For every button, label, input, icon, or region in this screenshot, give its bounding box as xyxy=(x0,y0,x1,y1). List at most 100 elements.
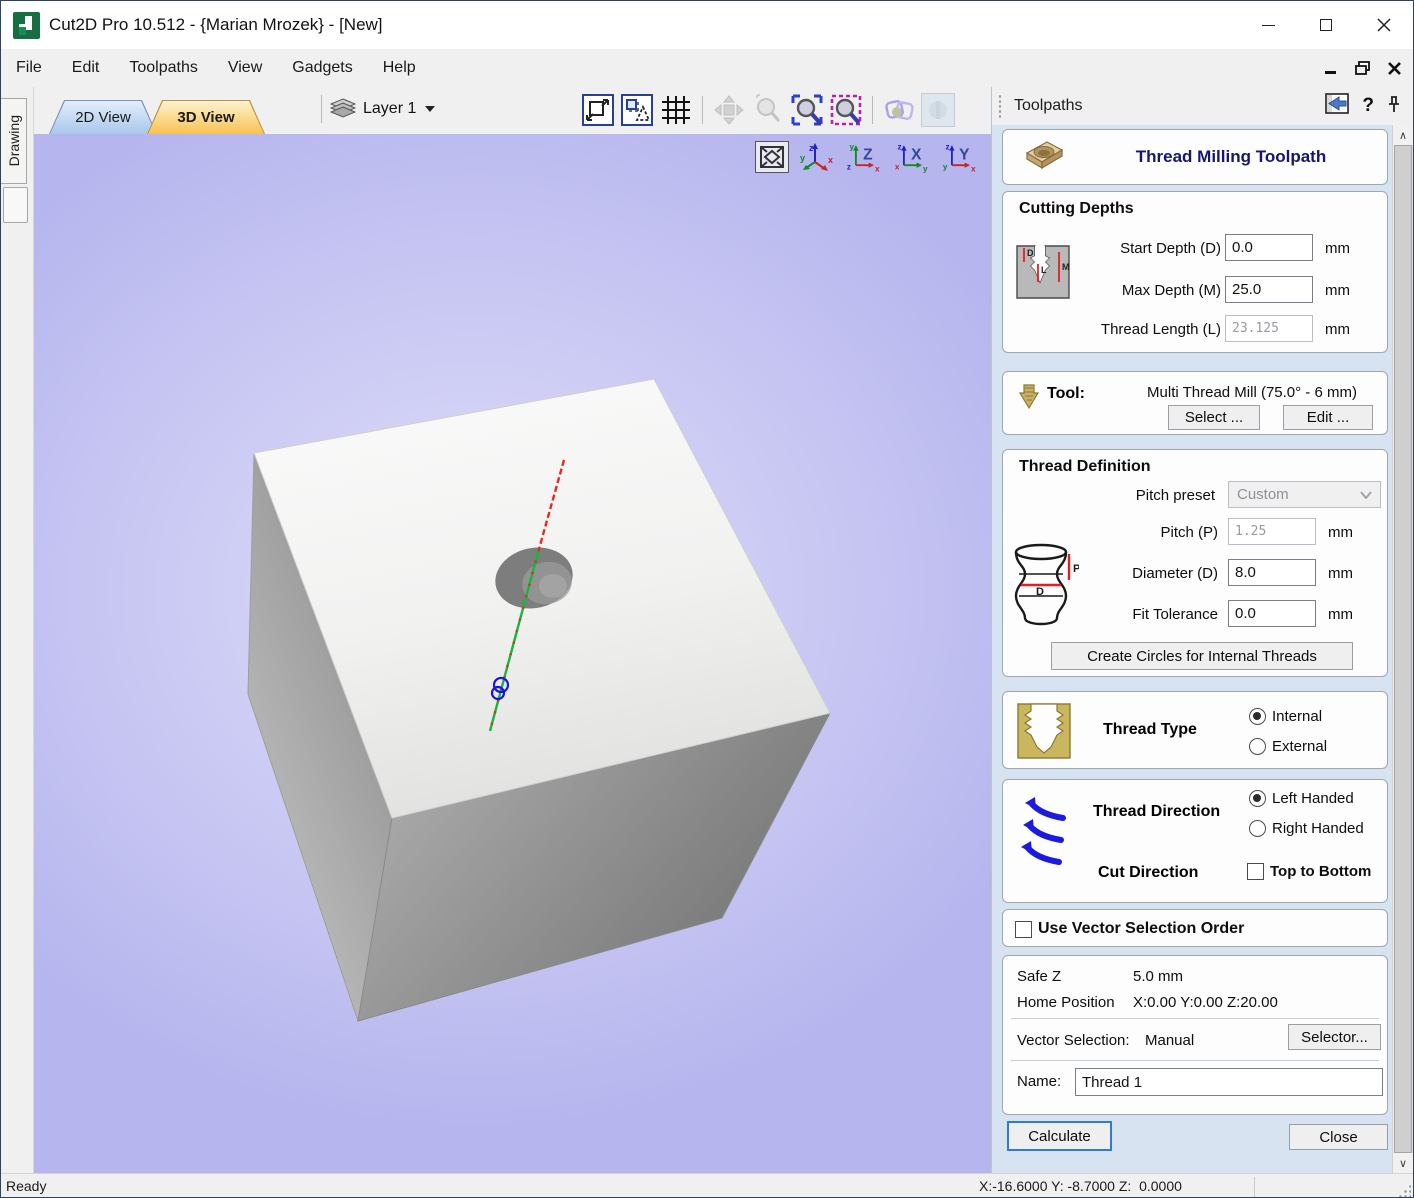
zoom-selected-icon[interactable] xyxy=(829,93,863,127)
thread-type-external-option[interactable]: External xyxy=(1249,738,1327,755)
svg-text:x: x xyxy=(971,165,976,174)
panel-title: Toolpaths xyxy=(1014,97,1083,115)
side-view-y-button[interactable]: z y x Y xyxy=(941,140,981,174)
thread-direction-box: Thread Direction Left Handed Right Hande… xyxy=(1002,779,1388,903)
side-view-x-button[interactable]: z x y X xyxy=(893,140,933,174)
left-handed-radio[interactable] xyxy=(1249,790,1266,807)
menu-edit[interactable]: Edit xyxy=(57,55,115,81)
svg-text:M: M xyxy=(1062,262,1070,272)
panel-grip[interactable] xyxy=(998,94,1003,118)
close-icon xyxy=(1377,18,1391,32)
toggle-2d-3d-link-icon[interactable] xyxy=(882,93,916,127)
selector-button[interactable]: Selector... xyxy=(1288,1024,1381,1050)
layers-icon xyxy=(330,98,356,120)
create-circles-button[interactable]: Create Circles for Internal Threads xyxy=(1051,642,1353,670)
tool-box: Tool: Multi Thread Mill (75.0° - 6 mm) S… xyxy=(1002,371,1388,435)
menu-help[interactable]: Help xyxy=(368,55,431,81)
collapsed-tab[interactable] xyxy=(3,187,28,223)
tab-3d-view-label: 3D View xyxy=(147,100,265,134)
tab-3d-view[interactable]: 3D View xyxy=(147,100,265,134)
start-depth-unit: mm xyxy=(1325,240,1350,257)
viewport-3d[interactable]: z y x y z x Z z xyxy=(34,134,991,1173)
right-handed-radio[interactable] xyxy=(1249,820,1266,837)
collapse-panel-button[interactable] xyxy=(1325,93,1349,119)
thread-direction-right-option[interactable]: Right Handed xyxy=(1249,820,1364,837)
scroll-up-arrow[interactable]: ∧ xyxy=(1393,125,1413,145)
vector-order-label: Use Vector Selection Order xyxy=(1038,920,1244,938)
zoom-to-drawing-icon[interactable] xyxy=(581,93,615,127)
vector-order-option[interactable]: Use Vector Selection Order xyxy=(1015,920,1244,938)
fit-tolerance-input[interactable] xyxy=(1228,600,1316,627)
title-bar: Cut2D Pro 10.512 - {Marian Mrozek} - [Ne… xyxy=(1,1,1413,49)
fit-tolerance-unit: mm xyxy=(1328,606,1353,623)
menu-view[interactable]: View xyxy=(213,55,277,81)
thread-type-internal-option[interactable]: Internal xyxy=(1249,708,1322,725)
mdi-restore-icon xyxy=(1355,61,1370,75)
svg-text:z: z xyxy=(809,143,814,153)
status-bar: Ready X:-16.6000 Y: -8.7000 Z: 0.0000 xyxy=(1,1173,1413,1198)
menu-gadgets[interactable]: Gadgets xyxy=(277,55,367,81)
svg-text:y: y xyxy=(850,143,855,152)
drawing-tab[interactable]: Drawing xyxy=(1,98,27,184)
toolpath-name-input[interactable] xyxy=(1075,1068,1383,1096)
chevron-down-icon xyxy=(1360,491,1372,499)
menu-toolpaths[interactable]: Toolpaths xyxy=(114,55,213,81)
tool-select-button[interactable]: Select ... xyxy=(1168,405,1260,430)
external-radio[interactable] xyxy=(1249,738,1266,755)
cutting-depths-title: Cutting Depths xyxy=(1019,200,1134,218)
toolbar: 2D View 3D View Layer 1 xyxy=(34,87,991,134)
shaded-view-icon[interactable] xyxy=(921,93,955,127)
toolpath-title-box: Thread Milling Toolpath xyxy=(1002,129,1388,185)
home-position-label: Home Position xyxy=(1017,994,1115,1011)
thread-direction-left-option[interactable]: Left Handed xyxy=(1249,790,1354,807)
max-depth-input[interactable] xyxy=(1225,276,1313,303)
thread-type-icon xyxy=(1017,703,1071,759)
scrollbar-thumb[interactable] xyxy=(1394,145,1412,1153)
vector-order-checkbox[interactable] xyxy=(1015,921,1032,938)
safe-z-value: 5.0 mm xyxy=(1133,968,1183,985)
maximize-button[interactable] xyxy=(1297,1,1355,49)
mdi-minimize-button[interactable] xyxy=(1321,59,1339,77)
zoom-interactive-icon[interactable] xyxy=(751,93,785,127)
zoom-box-icon[interactable] xyxy=(790,93,824,127)
help-button[interactable]: ? xyxy=(1362,95,1374,117)
svg-text:X: X xyxy=(911,147,922,164)
calculate-button[interactable]: Calculate xyxy=(1007,1121,1112,1151)
cut-direction-label: Cut Direction xyxy=(1098,864,1198,882)
mdi-close-button[interactable] xyxy=(1385,59,1403,77)
top-to-bottom-checkbox[interactable] xyxy=(1247,863,1264,880)
safe-z-label: Safe Z xyxy=(1017,968,1061,985)
iso-axes-button[interactable]: z y x xyxy=(797,140,837,174)
isometric-view-button[interactable] xyxy=(755,141,789,173)
minimize-button[interactable] xyxy=(1239,1,1297,49)
zoom-to-selection-icon[interactable] xyxy=(620,93,654,127)
tool-edit-button[interactable]: Edit ... xyxy=(1283,405,1373,430)
mdi-restore-button[interactable] xyxy=(1353,59,1371,77)
thread-milling-icon xyxy=(1017,137,1065,179)
panel-scrollbar[interactable]: ∧ ∨ xyxy=(1392,125,1412,1173)
layer-selector[interactable]: Layer 1 xyxy=(330,94,435,124)
close-panel-button[interactable]: Close xyxy=(1289,1124,1388,1150)
pin-panel-button[interactable] xyxy=(1387,95,1401,118)
top-to-bottom-label: Top to Bottom xyxy=(1270,863,1371,880)
vector-order-box: Use Vector Selection Order xyxy=(1002,909,1388,947)
scroll-down-arrow[interactable]: ∨ xyxy=(1393,1153,1413,1173)
close-button[interactable] xyxy=(1355,1,1413,49)
max-depth-label: Max Depth (M) xyxy=(1011,282,1221,299)
toggle-grid-icon[interactable] xyxy=(659,93,693,127)
svg-text:Y: Y xyxy=(959,147,970,164)
resize-grip[interactable] xyxy=(1398,1184,1411,1197)
thread-type-title: Thread Type xyxy=(1103,721,1197,739)
pan-tool-icon[interactable] xyxy=(712,93,746,127)
pitch-unit: mm xyxy=(1328,524,1353,541)
toolpath-title: Thread Milling Toolpath xyxy=(1085,130,1377,184)
internal-radio[interactable] xyxy=(1249,708,1266,725)
thread-length-label: Thread Length (L) xyxy=(1011,321,1221,338)
tab-2d-view[interactable]: 2D View xyxy=(49,100,157,134)
diameter-input[interactable] xyxy=(1228,559,1316,586)
menu-file[interactable]: File xyxy=(1,55,57,81)
cut-direction-option[interactable]: Top to Bottom xyxy=(1247,863,1388,880)
top-view-button[interactable]: y z x Z xyxy=(845,140,885,174)
start-depth-input[interactable] xyxy=(1225,234,1313,261)
model-scene xyxy=(34,134,991,1173)
